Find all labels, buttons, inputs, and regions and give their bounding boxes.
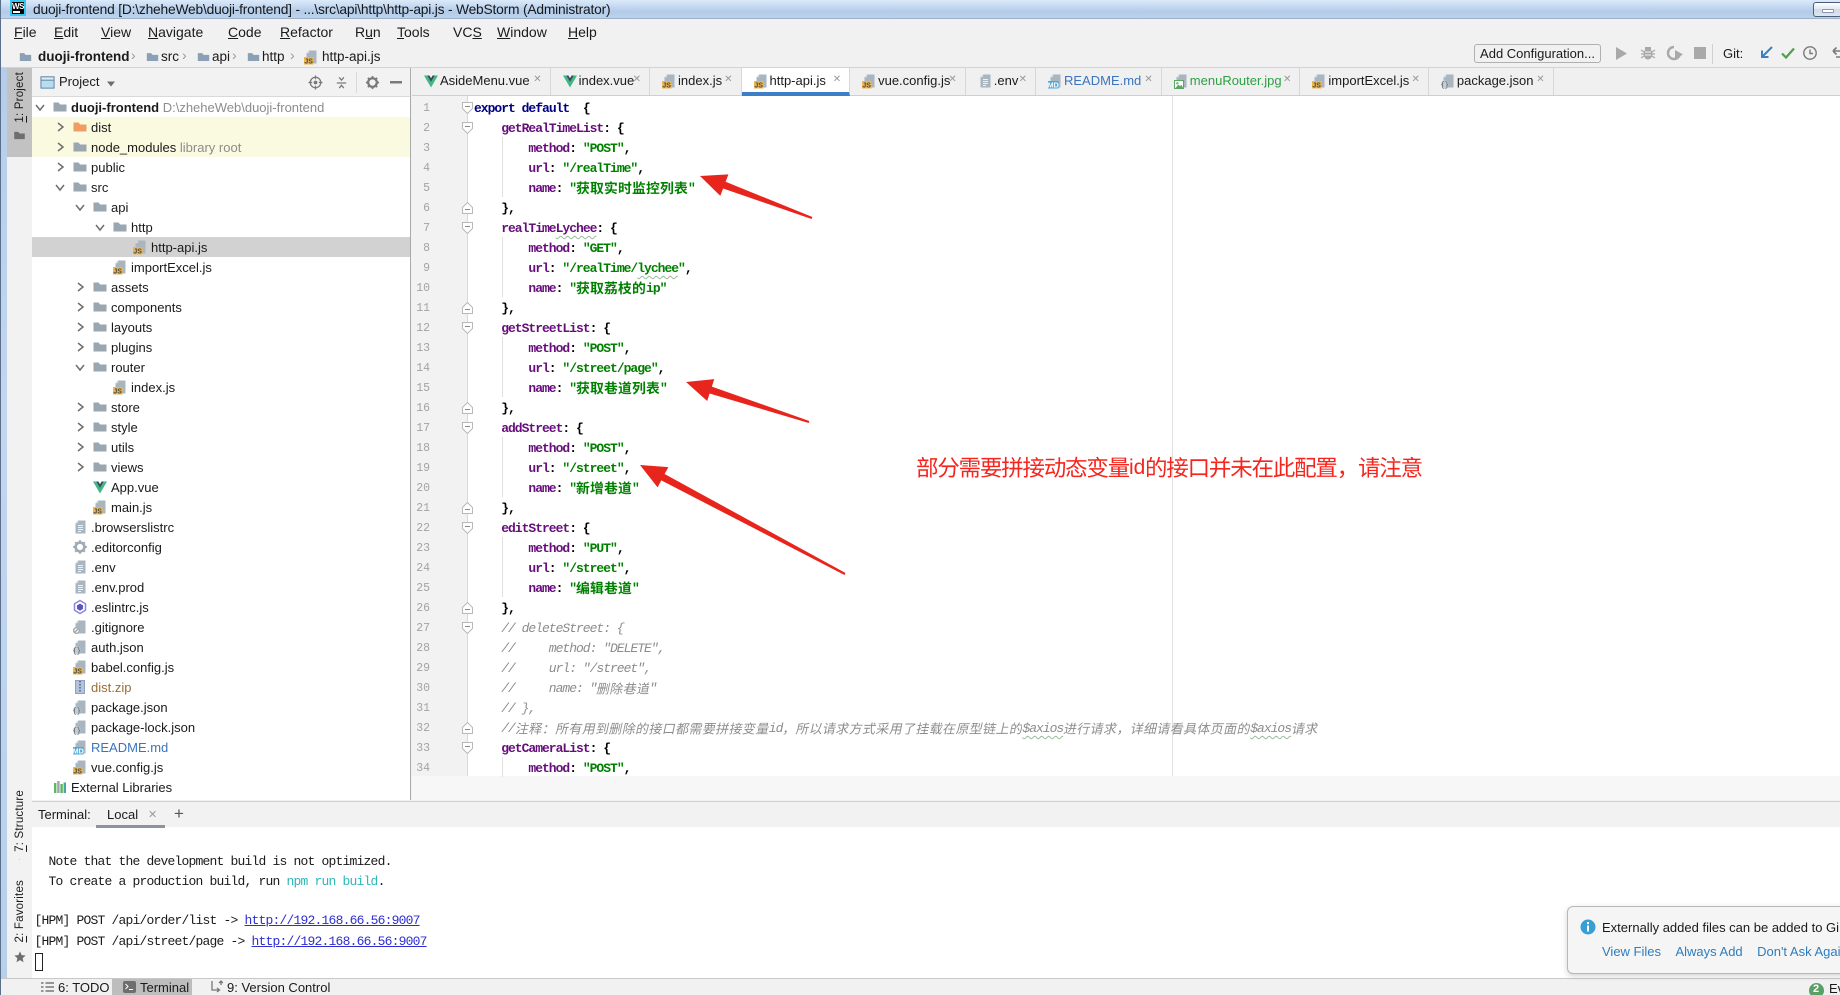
svg-text:MD: MD [73, 748, 84, 755]
svg-text:MD: MD [1048, 82, 1059, 89]
svg-text:{}: {} [73, 648, 81, 655]
svg-text:{}: {} [73, 728, 81, 735]
svg-text:JS: JS [73, 668, 82, 675]
svg-text:{}: {} [1440, 82, 1448, 89]
svg-text:JS: JS [73, 768, 82, 775]
svg-text:{}: {} [73, 708, 81, 715]
svg-text:JS: JS [1313, 82, 1322, 89]
